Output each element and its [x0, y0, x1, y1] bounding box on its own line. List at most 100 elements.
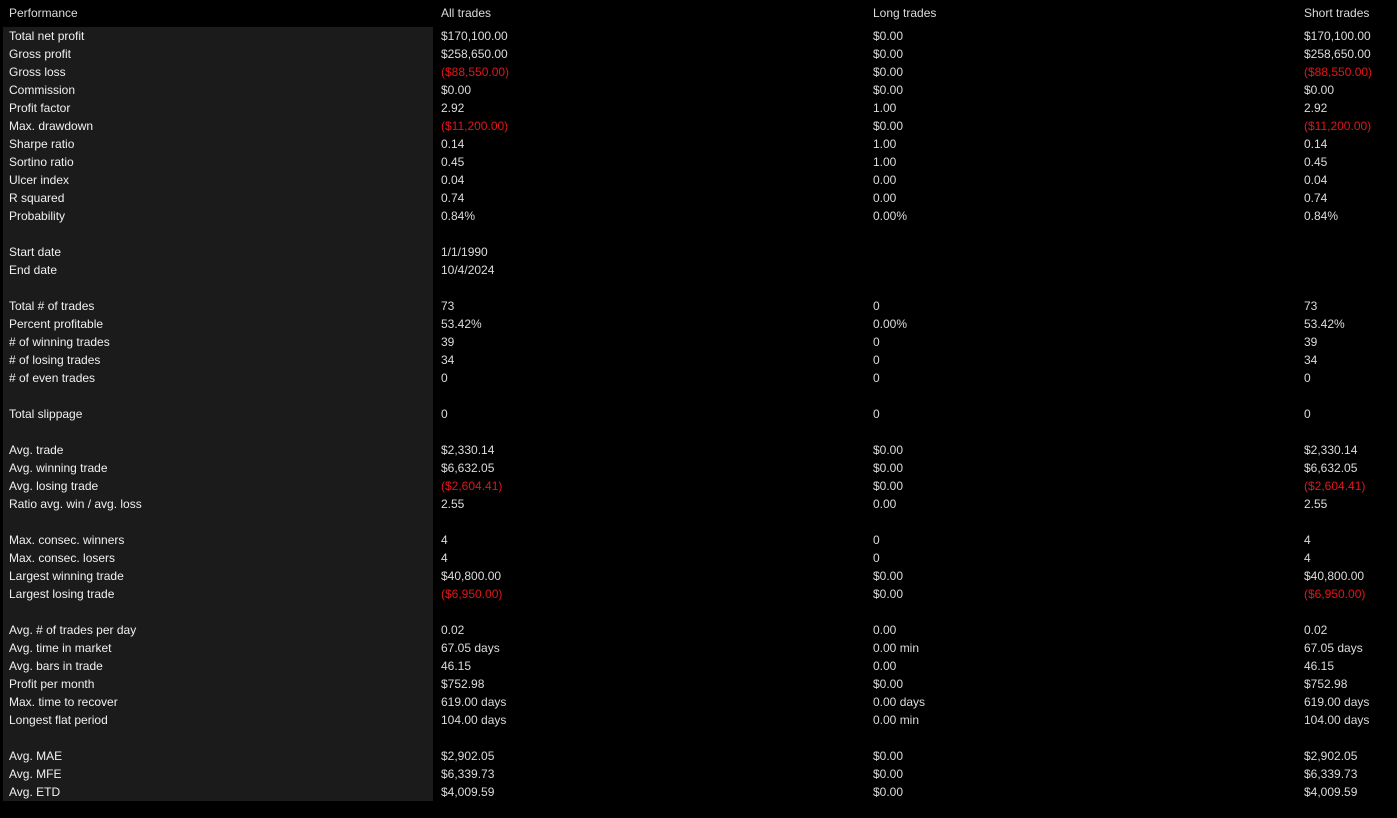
all-trades-value: 53.42%: [441, 317, 482, 331]
metric-label: Max. drawdown: [9, 119, 94, 133]
all-trades-value: $4,009.59: [441, 785, 495, 799]
all-trades-value: 0.84%: [441, 209, 476, 223]
header-long-trades[interactable]: Long trades: [873, 6, 936, 20]
all-trades-value: 10/4/2024: [441, 263, 495, 277]
metric-label: Probability: [9, 209, 66, 223]
metric-label: Avg. MFE: [9, 767, 62, 781]
long-trades-value: 0.00 min: [873, 713, 920, 727]
table-row: Profit per month $752.98 $0.00 $752.98: [0, 675, 1397, 693]
long-trades-value: $0.00: [873, 443, 904, 457]
short-trades-value: 46.15: [1304, 659, 1335, 673]
long-trades-value: $0.00: [873, 65, 904, 79]
long-trades-value: $0.00: [873, 569, 904, 583]
header-short-trades[interactable]: Short trades: [1304, 6, 1369, 20]
long-trades-value: 0: [873, 533, 880, 547]
all-trades-value: 2.55: [441, 497, 465, 511]
metric-label: Avg. losing trade: [9, 479, 99, 493]
long-trades-value: 0: [873, 335, 880, 349]
all-trades-value: 0.02: [441, 623, 465, 637]
all-trades-value: $6,632.05: [441, 461, 495, 475]
short-trades-value: 0: [1304, 371, 1311, 385]
short-trades-value: $2,902.05: [1304, 749, 1358, 763]
metric-label: Gross profit: [9, 47, 72, 61]
table-row: Avg. MFE $6,339.73 $0.00 $6,339.73: [0, 765, 1397, 783]
metric-label: Percent profitable: [9, 317, 104, 331]
header-all-trades[interactable]: All trades: [441, 6, 491, 20]
short-trades-value: 4: [1304, 533, 1311, 547]
short-trades-value: 0: [1304, 407, 1311, 421]
table-row: Ratio avg. win / avg. loss 2.55 0.00 2.55: [0, 495, 1397, 513]
all-trades-value: $170,100.00: [441, 29, 508, 43]
long-trades-value: 1.00: [873, 101, 897, 115]
all-trades-value: 39: [441, 335, 455, 349]
metric-label: Total # of trades: [9, 299, 95, 313]
long-trades-value: $0.00: [873, 47, 904, 61]
short-trades-value: 4: [1304, 551, 1311, 565]
table-row: Percent profitable 53.42% 0.00% 53.42%: [0, 315, 1397, 333]
metric-label: Avg. winning trade: [9, 461, 108, 475]
table-row: Start date 1/1/1990: [0, 243, 1397, 261]
short-trades-value: $6,632.05: [1304, 461, 1358, 475]
long-trades-value: 0.00: [873, 623, 897, 637]
all-trades-value: 1/1/1990: [441, 245, 488, 259]
metric-label: # of winning trades: [9, 335, 110, 349]
metric-label: Sortino ratio: [9, 155, 74, 169]
all-trades-value: $2,902.05: [441, 749, 495, 763]
all-trades-value: $752.98: [441, 677, 485, 691]
metric-label: Sharpe ratio: [9, 137, 75, 151]
long-trades-value: 1.00: [873, 137, 897, 151]
all-trades-value: 0: [441, 371, 448, 385]
all-trades-value: 4: [441, 551, 448, 565]
all-trades-value: $258,650.00: [441, 47, 508, 61]
all-trades-value: ($2,604.41): [441, 479, 503, 493]
table-row: # of even trades 0 0 0: [0, 369, 1397, 387]
all-trades-value: 0: [441, 407, 448, 421]
long-trades-value: $0.00: [873, 83, 904, 97]
long-trades-value: 0.00%: [873, 317, 908, 331]
short-trades-value: $0.00: [1304, 83, 1335, 97]
table-row: Commission $0.00 $0.00 $0.00: [0, 81, 1397, 99]
metric-label: Max. consec. losers: [9, 551, 116, 565]
long-trades-value: 0.00: [873, 191, 897, 205]
short-trades-value: 34: [1304, 353, 1318, 367]
short-trades-value: 0.74: [1304, 191, 1328, 205]
long-trades-value: $0.00: [873, 677, 904, 691]
all-trades-value: $40,800.00: [441, 569, 502, 583]
metric-label: Profit per month: [9, 677, 95, 691]
long-trades-value: 0.00: [873, 497, 897, 511]
long-trades-value: $0.00: [873, 461, 904, 475]
short-trades-value: 73: [1304, 299, 1318, 313]
short-trades-value: $40,800.00: [1304, 569, 1365, 583]
table-row: Avg. trade $2,330.14 $0.00 $2,330.14: [0, 441, 1397, 459]
all-trades-value: 73: [441, 299, 455, 313]
all-trades-value: 34: [441, 353, 455, 367]
long-trades-value: $0.00: [873, 785, 904, 799]
short-trades-value: 0.45: [1304, 155, 1328, 169]
all-trades-value: 0.45: [441, 155, 465, 169]
metric-label: Largest losing trade: [9, 587, 115, 601]
table-row: Largest losing trade ($6,950.00) $0.00 ($6,…: [0, 585, 1397, 603]
table-row: Largest winning trade $40,800.00 $0.00 $40,…: [0, 567, 1397, 585]
short-trades-value: 67.05 days: [1304, 641, 1363, 655]
table-row: Avg. # of trades per day 0.02 0.00 0.02: [0, 621, 1397, 639]
performance-table: Total net profit $170,100.00 $0.00 $170,100…: [0, 27, 1397, 801]
long-trades-value: $0.00: [873, 767, 904, 781]
short-trades-value: 0.14: [1304, 137, 1328, 151]
metric-label: Max. consec. winners: [9, 533, 125, 547]
table-row: Max. drawdown ($11,200.00) $0.00 ($11,200.0…: [0, 117, 1397, 135]
table-row: Avg. MAE $2,902.05 $0.00 $2,902.05: [0, 747, 1397, 765]
long-trades-value: $0.00: [873, 29, 904, 43]
long-trades-value: $0.00: [873, 587, 904, 601]
table-header: Performance All trades Long trades Short…: [0, 0, 1397, 27]
metric-label: Total slippage: [9, 407, 83, 421]
short-trades-value: 39: [1304, 335, 1318, 349]
short-trades-value: $6,339.73: [1304, 767, 1358, 781]
long-trades-value: 0.00 min: [873, 641, 920, 655]
all-trades-value: $6,339.73: [441, 767, 495, 781]
table-row: Profit factor 2.92 1.00 2.92: [0, 99, 1397, 117]
short-trades-value: ($2,604.41): [1304, 479, 1366, 493]
short-trades-value: 2.92: [1304, 101, 1328, 115]
